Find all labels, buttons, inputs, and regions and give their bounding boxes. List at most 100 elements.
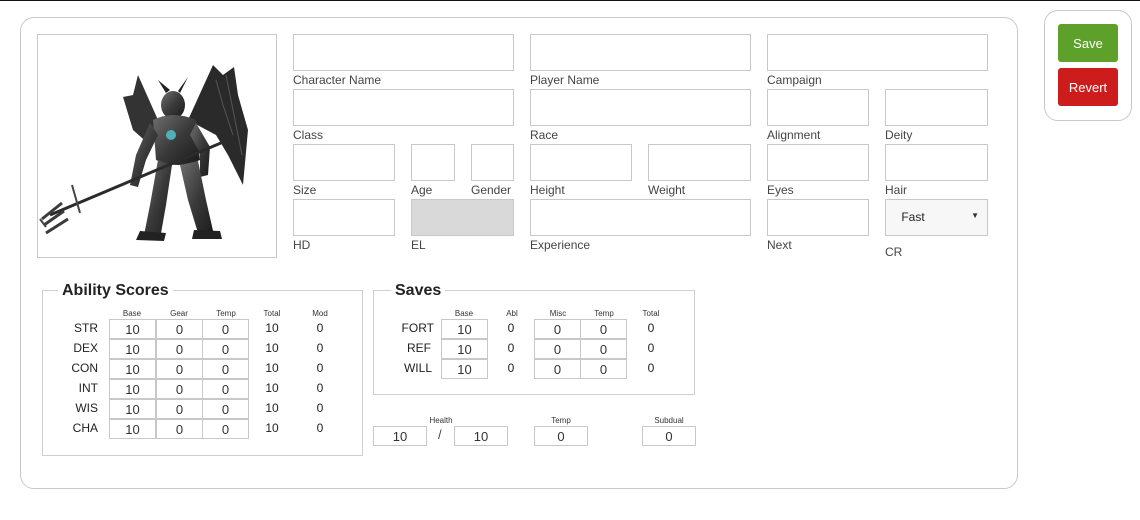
dex-total: 10 xyxy=(265,341,279,355)
campaign-input[interactable] xyxy=(767,34,988,71)
hd-label: HD xyxy=(293,238,311,252)
ref-temp-input[interactable] xyxy=(580,339,627,359)
ref-base-input[interactable] xyxy=(441,339,488,359)
cha-gear-input[interactable] xyxy=(156,419,203,439)
health-separator: / xyxy=(438,427,442,442)
hd-input[interactable] xyxy=(293,199,395,236)
str-total: 10 xyxy=(265,321,279,335)
weight-label: Weight xyxy=(648,183,686,197)
el-label: EL xyxy=(411,238,426,252)
wis-mod: 0 xyxy=(316,401,324,415)
fort-total: 0 xyxy=(647,321,655,335)
next-label: Next xyxy=(767,238,792,252)
gender-label: Gender xyxy=(471,183,512,197)
dark-armored-warrior-image xyxy=(39,65,248,241)
eyes-label: Eyes xyxy=(767,183,794,197)
eyes-input[interactable] xyxy=(767,144,869,181)
top-border xyxy=(0,0,1140,1)
health-max-input[interactable] xyxy=(454,426,508,446)
str-base-input[interactable] xyxy=(109,319,156,339)
revert-button[interactable]: Revert xyxy=(1058,68,1118,106)
character-name-label: Character Name xyxy=(293,73,382,87)
con-temp-input[interactable] xyxy=(202,359,249,379)
ability-name-cha: CHA xyxy=(72,421,98,435)
will-temp-input[interactable] xyxy=(580,359,627,379)
cha-total: 10 xyxy=(265,421,279,435)
save-name-fort: FORT xyxy=(401,321,434,335)
fort-temp-input[interactable] xyxy=(580,319,627,339)
saves-title: Saves xyxy=(391,282,446,300)
wis-total: 10 xyxy=(265,401,279,415)
ref-total: 0 xyxy=(647,341,655,355)
health-label: Health xyxy=(429,416,453,425)
dex-gear-input[interactable] xyxy=(156,339,203,359)
ref-abl: 0 xyxy=(507,341,515,355)
age-input[interactable] xyxy=(411,144,455,181)
ability-scores-title: Ability Scores xyxy=(58,282,173,300)
dex-base-input[interactable] xyxy=(109,339,156,359)
str-gear-input[interactable] xyxy=(156,319,203,339)
ability-name-str: STR xyxy=(74,321,98,335)
int-temp-input[interactable] xyxy=(202,379,249,399)
race-label: Race xyxy=(530,128,559,142)
character-portrait[interactable] xyxy=(37,34,277,258)
wis-base-input[interactable] xyxy=(109,399,156,419)
wis-temp-input[interactable] xyxy=(202,399,249,419)
caret-down-icon: ▼ xyxy=(971,211,979,220)
ability-col-gear: Gear xyxy=(170,309,188,318)
player-name-input[interactable] xyxy=(530,34,751,71)
con-mod: 0 xyxy=(316,361,324,375)
size-input[interactable] xyxy=(293,144,395,181)
ability-name-dex: DEX xyxy=(73,341,98,355)
alignment-input[interactable] xyxy=(767,89,869,126)
cha-base-input[interactable] xyxy=(109,419,156,439)
int-mod: 0 xyxy=(316,381,324,395)
save-name-ref: REF xyxy=(407,341,431,355)
int-total: 10 xyxy=(265,381,279,395)
cha-mod: 0 xyxy=(316,421,324,435)
health-temp-input[interactable] xyxy=(534,426,588,446)
con-base-input[interactable] xyxy=(109,359,156,379)
deity-input[interactable] xyxy=(885,89,988,126)
ability-name-wis: WIS xyxy=(75,401,98,415)
fort-misc-input[interactable] xyxy=(534,319,581,339)
save-col-misc: Misc xyxy=(549,309,567,318)
class-input[interactable] xyxy=(293,89,514,126)
ability-name-con: CON xyxy=(71,361,98,375)
cr-selected-value: Fast xyxy=(901,210,925,224)
str-temp-input[interactable] xyxy=(202,319,249,339)
dex-temp-input[interactable] xyxy=(202,339,249,359)
experience-label: Experience xyxy=(530,238,591,252)
cha-temp-input[interactable] xyxy=(202,419,249,439)
character-name-input[interactable] xyxy=(293,34,514,71)
health-temp-label: Temp xyxy=(551,416,571,425)
fort-base-input[interactable] xyxy=(441,319,488,339)
save-col-abl: Abl xyxy=(506,309,518,318)
will-abl: 0 xyxy=(507,361,515,375)
gender-input[interactable] xyxy=(471,144,514,181)
experience-input[interactable] xyxy=(530,199,751,236)
save-name-will: WILL xyxy=(403,361,432,375)
int-gear-input[interactable] xyxy=(156,379,203,399)
hair-input[interactable] xyxy=(885,144,988,181)
height-input[interactable] xyxy=(530,144,632,181)
fort-abl: 0 xyxy=(507,321,515,335)
str-mod: 0 xyxy=(316,321,324,335)
ref-misc-input[interactable] xyxy=(534,339,581,359)
will-base-input[interactable] xyxy=(441,359,488,379)
int-base-input[interactable] xyxy=(109,379,156,399)
con-gear-input[interactable] xyxy=(156,359,203,379)
save-button[interactable]: Save xyxy=(1058,24,1118,62)
next-input[interactable] xyxy=(767,199,869,236)
wis-gear-input[interactable] xyxy=(156,399,203,419)
health-current-input[interactable] xyxy=(373,426,427,446)
subdual-input[interactable] xyxy=(642,426,696,446)
weight-input[interactable] xyxy=(648,144,751,181)
will-misc-input[interactable] xyxy=(534,359,581,379)
ability-col-total: Total xyxy=(263,309,281,318)
ability-col-base: Base xyxy=(122,309,142,318)
cr-select[interactable]: Fast ▼ xyxy=(885,199,988,236)
age-label: Age xyxy=(411,183,433,197)
race-input[interactable] xyxy=(530,89,751,126)
height-label: Height xyxy=(530,183,565,197)
